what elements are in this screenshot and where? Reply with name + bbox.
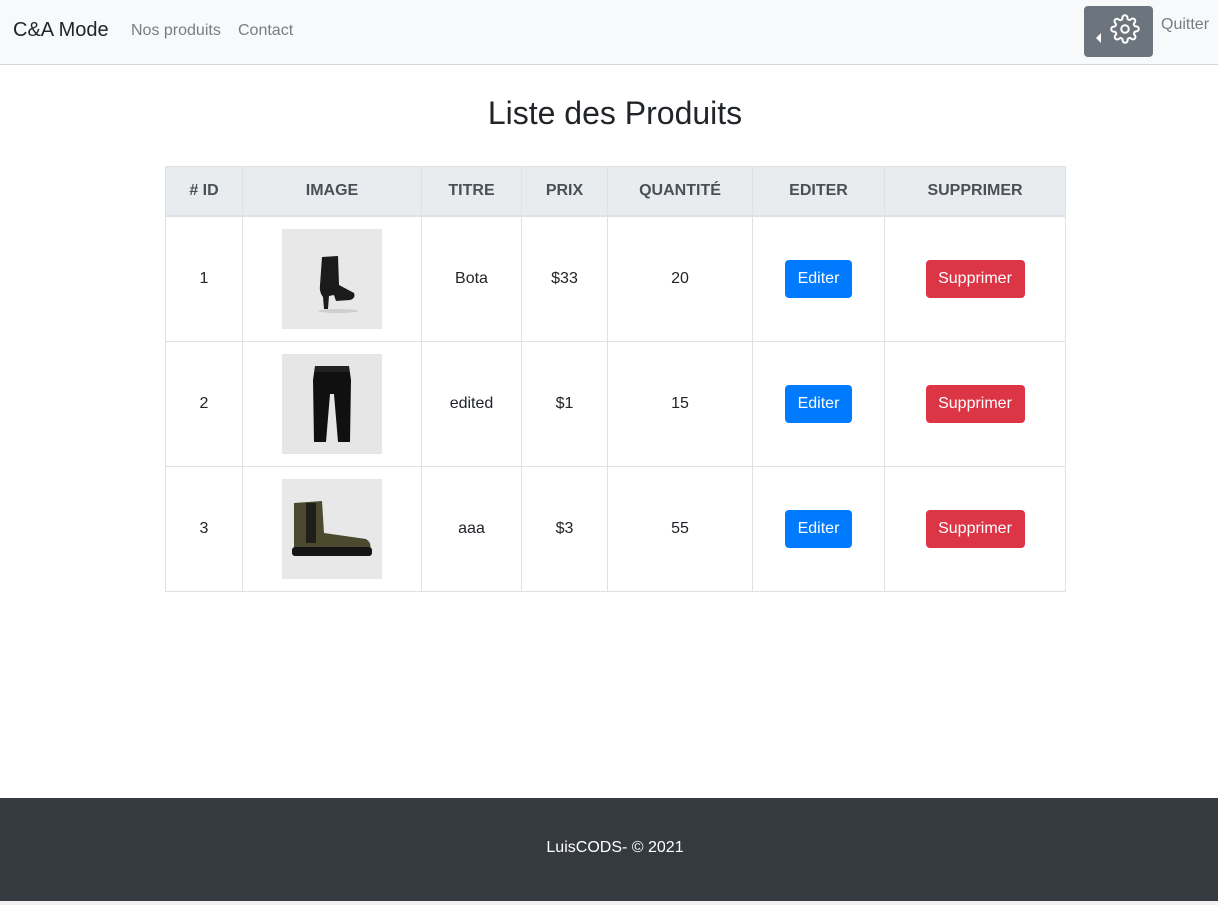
- header-edit: EDITER: [752, 166, 885, 217]
- cell-image: [242, 215, 422, 342]
- cell-edit: Editer: [752, 466, 885, 592]
- table-row: 2 edited $1 15 Editer Supprimer: [165, 341, 1066, 467]
- cell-image: [242, 466, 422, 592]
- footer: LuisCODS- © 2021: [0, 798, 1218, 901]
- table-header-row: # ID IMAGE TITRE PRIX QUANTITÉ EDITER SU…: [165, 166, 1066, 217]
- gear-icon: [1110, 14, 1140, 44]
- page-title: Liste des Produits: [487, 95, 743, 131]
- cell-title: edited: [421, 341, 522, 467]
- cell-delete: Supprimer: [884, 466, 1066, 592]
- cell-id: 3: [165, 466, 243, 592]
- cell-edit: Editer: [752, 215, 885, 342]
- cell-quantity: 15: [607, 341, 753, 467]
- edit-button[interactable]: Editer: [785, 260, 852, 298]
- cell-title: aaa: [421, 466, 522, 592]
- header-quantity: QUANTITÉ: [607, 166, 753, 217]
- cell-delete: Supprimer: [884, 215, 1066, 342]
- cell-quantity: 55: [607, 466, 753, 592]
- quit-link[interactable]: Quitter: [1161, 16, 1209, 34]
- nav-link-products[interactable]: Nos produits: [131, 22, 221, 40]
- footer-copyright: LuisCODS- © 2021: [546, 839, 684, 856]
- cell-title: Bota: [421, 215, 522, 342]
- cell-price: $1: [521, 341, 608, 467]
- edit-button[interactable]: Editer: [785, 510, 852, 548]
- table-row: 1 Bota $33 20 Editer Supprimer: [165, 215, 1066, 342]
- header-id: # ID: [165, 166, 243, 217]
- brand-link[interactable]: C&A Mode: [13, 19, 109, 42]
- header-title: TITRE: [421, 166, 522, 217]
- caret-left-icon: [1096, 33, 1101, 43]
- settings-dropdown-button[interactable]: [1084, 6, 1153, 57]
- product-image-chelsea-boot: [282, 479, 382, 579]
- delete-button[interactable]: Supprimer: [925, 510, 1025, 548]
- nav-link-contact[interactable]: Contact: [238, 22, 293, 40]
- delete-button[interactable]: Supprimer: [925, 260, 1025, 298]
- bottom-strip: [0, 901, 1218, 905]
- header-price: PRIX: [521, 166, 608, 217]
- cell-quantity: 20: [607, 215, 753, 342]
- cell-image: [242, 341, 422, 467]
- cell-price: $33: [521, 215, 608, 342]
- navbar: C&A Mode Nos produits Contact Quitter: [0, 0, 1218, 65]
- product-image-pants: [282, 354, 382, 454]
- cell-price: $3: [521, 466, 608, 592]
- table-row: 3 aaa $3 55 Editer Supprimer: [165, 466, 1066, 592]
- header-image: IMAGE: [242, 166, 422, 217]
- cell-edit: Editer: [752, 341, 885, 467]
- cell-id: 1: [165, 215, 243, 342]
- products-table: # ID IMAGE TITRE PRIX QUANTITÉ EDITER SU…: [165, 166, 1066, 592]
- edit-button[interactable]: Editer: [785, 385, 852, 423]
- header-delete: SUPPRIMER: [884, 166, 1066, 217]
- product-image-ankle-boot: [282, 229, 382, 329]
- delete-button[interactable]: Supprimer: [925, 385, 1025, 423]
- cell-id: 2: [165, 341, 243, 467]
- cell-delete: Supprimer: [884, 341, 1066, 467]
